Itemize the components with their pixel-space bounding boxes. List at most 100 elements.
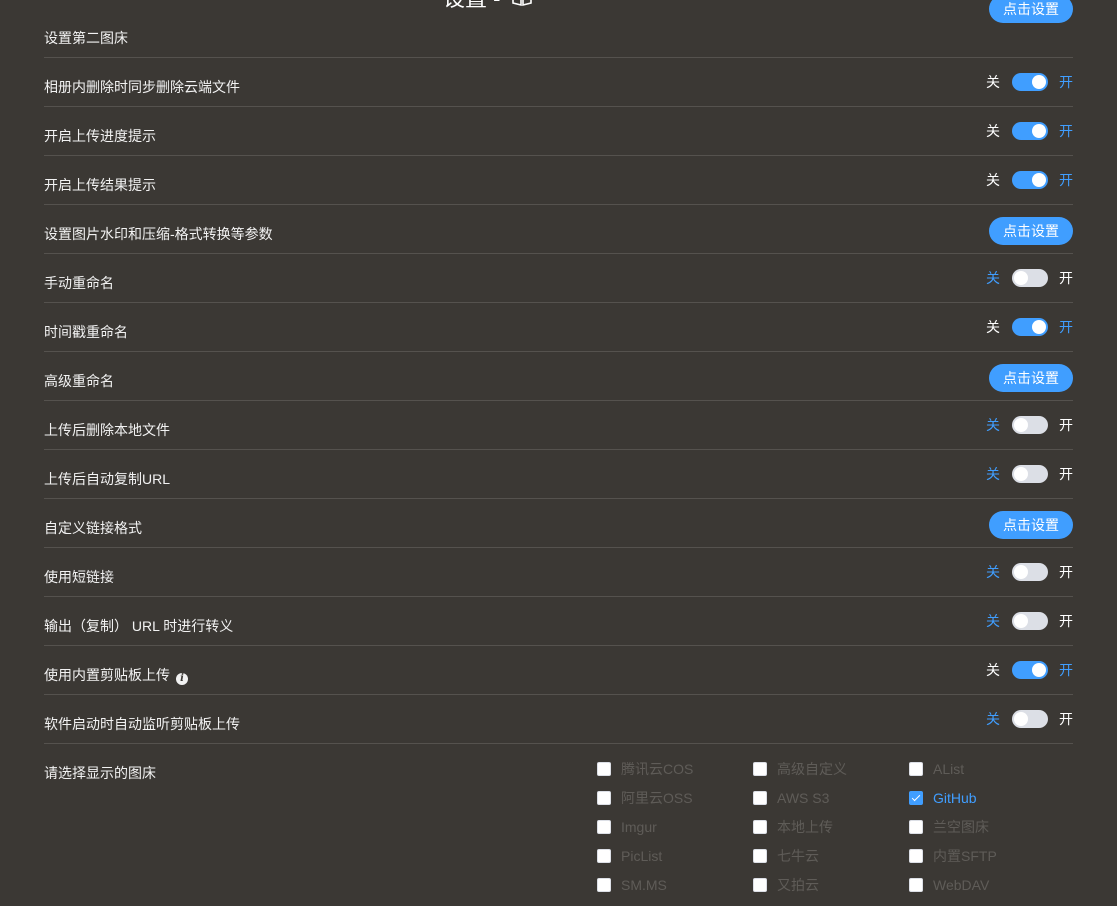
switch-off-label: 关 [986, 417, 1000, 433]
toggle-knob [1014, 565, 1028, 579]
toggle-switch[interactable] [1012, 269, 1048, 287]
setting-row: 高级重命名 点击设置 [44, 352, 1073, 401]
settings-button[interactable]: 点击设置 [989, 217, 1073, 245]
picbed-checkbox-item[interactable]: AList [909, 760, 964, 778]
setting-label-text: 上传后删除本地文件 [44, 422, 170, 438]
setting-row: 开启上传进度提示关开 [44, 107, 1073, 156]
setting-label: 使用内置剪贴板上传 i [44, 666, 188, 685]
picbed-checkbox-item[interactable]: Imgur [597, 818, 657, 836]
setting-label-text: 使用短链接 [44, 569, 114, 585]
toggle-switch[interactable] [1012, 612, 1048, 630]
setting-label-text: 手动重命名 [44, 275, 114, 291]
picbed-checkbox-item[interactable]: 七牛云 [753, 847, 819, 865]
checkbox[interactable] [909, 849, 923, 863]
setting-row: 设置第二图床 点击设置 [44, 0, 1073, 58]
picbed-checkbox-item[interactable]: 阿里云OSS [597, 789, 693, 807]
checkbox[interactable] [597, 762, 611, 776]
setting-row: 上传后删除本地文件关开 [44, 401, 1073, 450]
switch-off-label: 关 [986, 319, 1000, 335]
switch-on-label: 开 [1059, 172, 1073, 188]
toggle-switch-group: 关开 [986, 121, 1073, 141]
picbed-checkbox-item[interactable]: AWS S3 [753, 789, 829, 807]
switch-on-label: 开 [1059, 270, 1073, 286]
toggle-switch-group: 关开 [986, 72, 1073, 92]
info-icon[interactable]: i [176, 673, 188, 685]
setting-row: 软件启动时自动监听剪贴板上传关开 [44, 695, 1073, 744]
checkbox[interactable] [909, 791, 923, 805]
setting-label-text: 开启上传结果提示 [44, 177, 156, 193]
checkbox[interactable] [909, 878, 923, 892]
settings-button[interactable]: 点击设置 [989, 0, 1073, 23]
toggle-switch-group: 关开 [986, 464, 1073, 484]
picbed-select-row: 请选择显示的图床 腾讯云COS 阿里云OSS Imgur PicList SM.MS 高级自… [44, 744, 1073, 904]
setting-label-text: 输出（复制） URL 时进行转义 [44, 618, 234, 634]
setting-label-text: 软件启动时自动监听剪贴板上传 [44, 716, 240, 732]
picbed-select-label: 请选择显示的图床 [44, 765, 156, 781]
toggle-knob [1032, 663, 1046, 677]
toggle-knob [1032, 124, 1046, 138]
switch-off-label: 关 [986, 123, 1000, 139]
toggle-switch[interactable] [1012, 710, 1048, 728]
checkbox[interactable] [909, 820, 923, 834]
settings-button[interactable]: 点击设置 [989, 511, 1073, 539]
picbed-checkbox-item[interactable]: 腾讯云COS [597, 760, 693, 778]
toggle-switch[interactable] [1012, 171, 1048, 189]
checkbox[interactable] [753, 849, 767, 863]
toggle-switch[interactable] [1012, 122, 1048, 140]
picbed-checkbox-item[interactable]: 内置SFTP [909, 847, 997, 865]
picbed-name: GitHub [933, 790, 977, 806]
toggle-knob [1014, 614, 1028, 628]
toggle-knob [1014, 271, 1028, 285]
setting-label-text: 使用内置剪贴板上传 [44, 667, 170, 683]
setting-row: 手动重命名 关开 [44, 254, 1073, 303]
picbed-name: WebDAV [933, 877, 990, 893]
picbed-checkbox-item[interactable]: 又拍云 [753, 876, 819, 894]
picbed-checkbox-item[interactable]: 兰空图床 [909, 818, 989, 836]
toggle-switch-group: 关开 [986, 268, 1073, 288]
checkbox[interactable] [597, 849, 611, 863]
picbed-checkbox-item[interactable]: GitHub [909, 789, 977, 807]
toggle-switch[interactable] [1012, 73, 1048, 91]
switch-on-label: 开 [1059, 613, 1073, 629]
toggle-switch[interactable] [1012, 465, 1048, 483]
toggle-knob [1014, 418, 1028, 432]
toggle-switch[interactable] [1012, 661, 1048, 679]
settings-button[interactable]: 点击设置 [989, 364, 1073, 392]
toggle-switch-group: 关开 [986, 562, 1073, 582]
checkbox[interactable] [597, 820, 611, 834]
picbed-checkbox-item[interactable]: PicList [597, 847, 662, 865]
setting-row: 开启上传结果提示关开 [44, 156, 1073, 205]
toggle-switch[interactable] [1012, 318, 1048, 336]
setting-row: 输出（复制） URL 时进行转义关开 [44, 597, 1073, 646]
picbed-checkbox-item[interactable]: SM.MS [597, 876, 667, 894]
checkbox[interactable] [597, 878, 611, 892]
checkbox[interactable] [909, 762, 923, 776]
toggle-switch[interactable] [1012, 563, 1048, 581]
setting-row: 相册内删除时同步删除云端文件关开 [44, 58, 1073, 107]
setting-row: 使用短链接 关开 [44, 548, 1073, 597]
switch-on-label: 开 [1059, 662, 1073, 678]
switch-on-label: 开 [1059, 123, 1073, 139]
checkbox[interactable] [753, 820, 767, 834]
setting-label-text: 设置图片水印和压缩-格式转换等参数 [44, 226, 273, 242]
picbed-name: 本地上传 [777, 819, 833, 835]
toggle-switch[interactable] [1012, 416, 1048, 434]
picbed-checkbox-item[interactable]: WebDAV [909, 876, 989, 894]
switch-off-label: 关 [986, 172, 1000, 188]
picbed-name: 又拍云 [777, 877, 819, 893]
picbed-name: 内置SFTP [933, 848, 997, 864]
checkbox[interactable] [753, 878, 767, 892]
switch-on-label: 开 [1059, 564, 1073, 580]
switch-on-label: 开 [1059, 74, 1073, 90]
checkbox[interactable] [597, 791, 611, 805]
toggle-knob [1014, 467, 1028, 481]
setting-label-text: 上传后自动复制URL [44, 471, 171, 487]
checkbox[interactable] [753, 791, 767, 805]
picbed-checkbox-item[interactable]: 本地上传 [753, 818, 833, 836]
picbed-name: 阿里云OSS [621, 790, 693, 806]
setting-label: 软件启动时自动监听剪贴板上传 [44, 715, 240, 733]
checkbox[interactable] [753, 762, 767, 776]
setting-label-text: 时间戳重命名 [44, 324, 128, 340]
picbed-checkbox-item[interactable]: 高级自定义 [753, 760, 847, 778]
toggle-switch-group: 关开 [986, 170, 1073, 190]
